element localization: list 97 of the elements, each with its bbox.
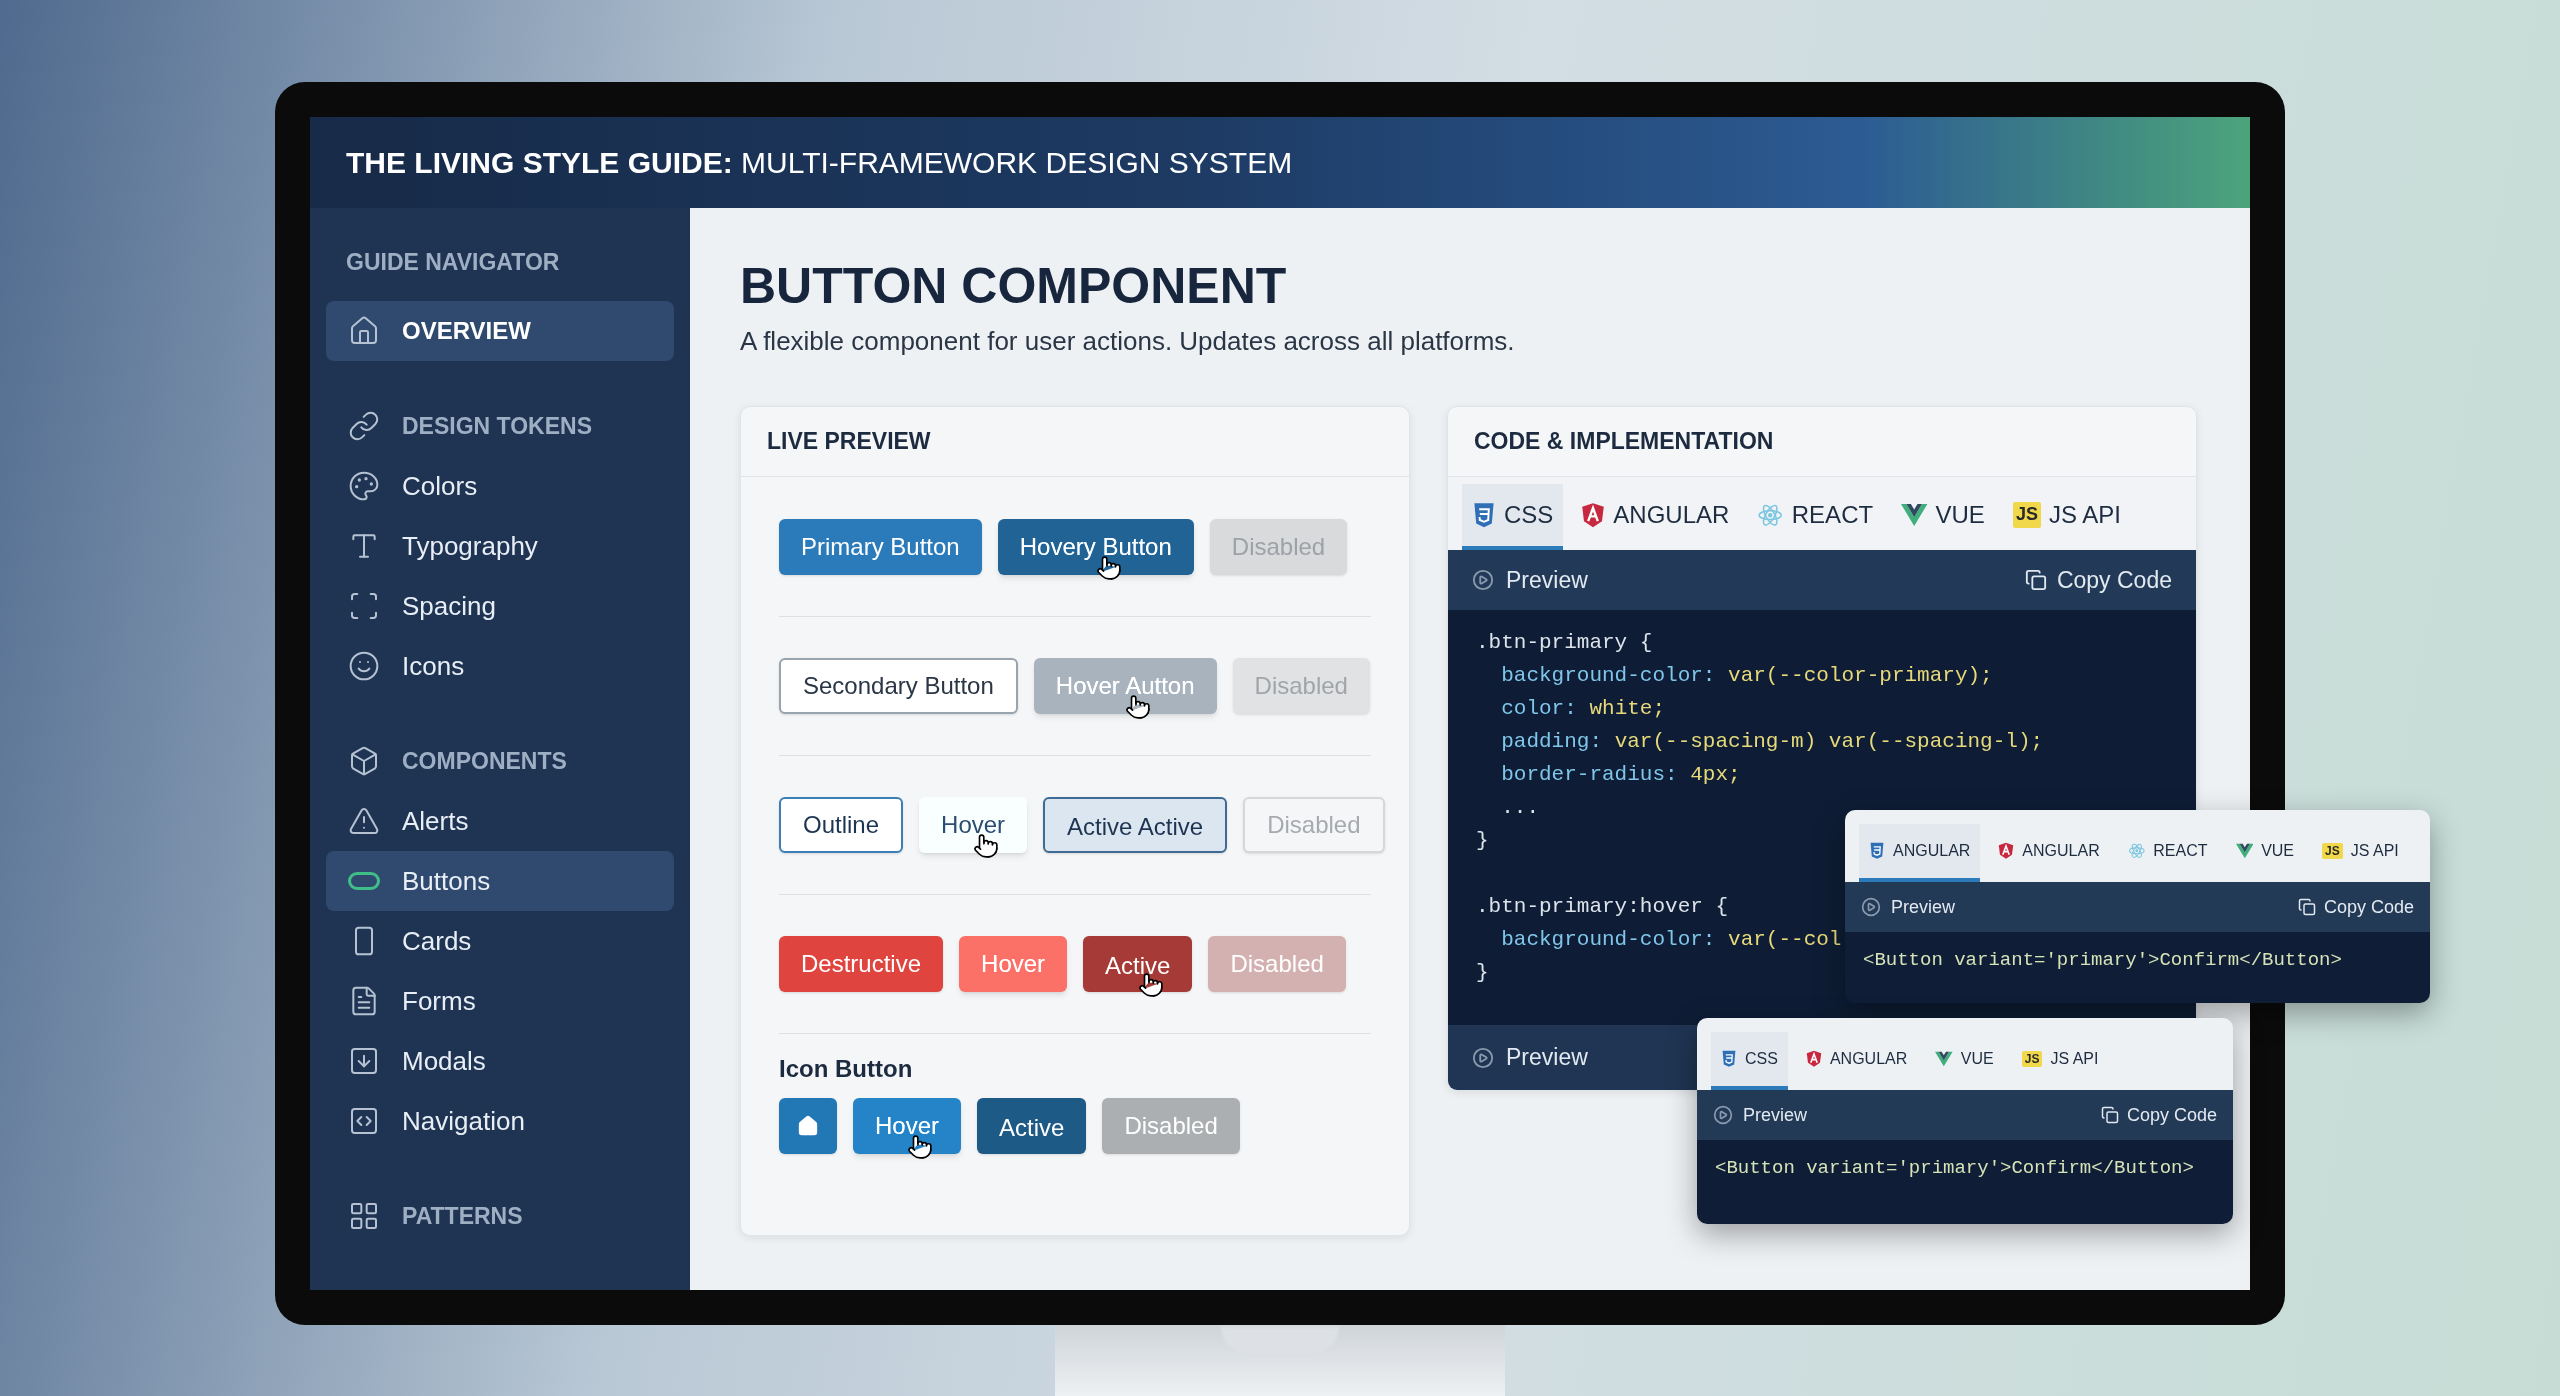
- framework-tab[interactable]: VUE: [1891, 484, 1995, 550]
- sidebar-item[interactable]: Colors: [326, 456, 674, 516]
- shield-icon: [1721, 1050, 1737, 1068]
- sidebar-item[interactable]: Icons: [326, 636, 674, 696]
- framework-tab[interactable]: CSS: [1711, 1032, 1788, 1090]
- v-shape-icon: [1901, 503, 1928, 527]
- section-heading: Icon Button: [779, 1056, 914, 1082]
- preview-label: Preview: [1506, 1043, 1588, 1073]
- sidebar-item[interactable]: Modals: [326, 1031, 674, 1091]
- app-title: THE LIVING STYLE GUIDE: MULTI-FRAMEWORK DESIGN SYSTEM: [346, 145, 1293, 181]
- code-line: border-radius: 4px;: [1500, 761, 1741, 788]
- logo-badge: JS: [2322, 842, 2343, 860]
- play-icon: [1861, 897, 1881, 917]
- copy-code-button[interactable]: Copy Code: [2297, 893, 2414, 921]
- shield-icon: [1805, 1050, 1822, 1068]
- copy-icon: [2100, 1106, 2119, 1124]
- sidebar-section[interactable]: PATTERNS: [326, 1186, 674, 1246]
- demo-button[interactable]: Destructive: [779, 936, 944, 992]
- home-icon: [797, 1115, 819, 1137]
- card-title: LIVE PREVIEW: [767, 427, 931, 457]
- framework-tab[interactable]: JS JS API: [2011, 1032, 2109, 1090]
- play-icon: [1472, 569, 1494, 591]
- v-shape-icon: [2235, 843, 2254, 859]
- download-box-icon: [348, 1045, 380, 1077]
- code-line: padding: var(--spacing-m) var(--spacing-l);: [1500, 728, 2044, 755]
- code-line: background-color: var(--col: [1500, 926, 1842, 953]
- code-line: <Button variant='primary'>Confirm</Button>: [1863, 948, 2342, 973]
- framework-tab[interactable]: VUE: [1925, 1032, 2004, 1090]
- code-line: ...: [1500, 794, 1539, 821]
- framework-tab[interactable]: ANGULAR: [1988, 824, 2110, 882]
- code-line: .btn-primary:hover {: [1476, 893, 1729, 920]
- sidebar-item[interactable]: Typography: [326, 516, 674, 576]
- framework-tab[interactable]: CSS: [1462, 484, 1564, 550]
- copy-code-button[interactable]: Copy Code: [2100, 1101, 2217, 1129]
- sidebar-item[interactable]: Cards: [326, 911, 674, 971]
- framework-tab[interactable]: REACT: [1747, 484, 1884, 550]
- code-line: }: [1476, 827, 1489, 854]
- play-icon: [1472, 1046, 1494, 1069]
- framework-tab[interactable]: VUE: [2225, 824, 2305, 882]
- sidebar-item[interactable]: Alerts: [326, 791, 674, 851]
- cube-icon: [348, 745, 380, 777]
- demo-button[interactable]: Active: [1083, 936, 1193, 992]
- copy-icon: [2024, 569, 2047, 591]
- home-button[interactable]: [779, 1098, 837, 1154]
- code-line: .btn-primary {: [1476, 629, 1653, 656]
- sidebar-item[interactable]: Buttons: [326, 851, 674, 911]
- code-box-icon: [348, 1105, 380, 1137]
- preview-label: Preview: [1506, 565, 1588, 595]
- atom-icon: [2127, 842, 2146, 860]
- code-line: }: [1476, 959, 1489, 986]
- framework-tab[interactable]: JS JS API: [2312, 824, 2409, 882]
- page-subtitle: A flexible component for user actions. Updates across all platforms.: [740, 325, 1516, 358]
- demo-button[interactable]: Outline: [779, 797, 904, 853]
- demo-button[interactable]: Secondary Button: [779, 658, 1018, 714]
- copy-icon: [2297, 898, 2316, 916]
- framework-tab[interactable]: ANGULAR: [1859, 824, 1981, 882]
- demo-button[interactable]: Active Active: [1043, 797, 1228, 853]
- v-shape-icon: [1935, 1051, 1953, 1067]
- framework-tab[interactable]: JS JS API: [2002, 484, 2131, 550]
- demo-button[interactable]: Primary Button: [779, 519, 982, 575]
- home-icon: [348, 315, 380, 347]
- page-title: BUTTON COMPONENT: [740, 257, 1288, 316]
- sidebar-item[interactable]: OVERVIEW: [326, 301, 674, 361]
- shield-icon: [1869, 842, 1885, 860]
- sidebar-section[interactable]: COMPONENTS: [326, 731, 674, 791]
- demo-button[interactable]: Hover: [919, 797, 1028, 853]
- palette-icon: [348, 470, 380, 502]
- sidebar-section[interactable]: DESIGN TOKENS: [326, 396, 674, 456]
- copy-code-button[interactable]: Copy Code: [2024, 562, 2172, 598]
- shield-icon: [1998, 842, 2015, 860]
- preview-label: Preview: [1891, 895, 1956, 919]
- shield-icon: [1472, 501, 1496, 529]
- card-title: CODE & IMPLEMENTATION: [1474, 427, 1774, 457]
- logo-badge: JS: [2012, 502, 2041, 528]
- warning-icon: [348, 805, 380, 837]
- sidebar-title: GUIDE NAVIGATOR: [345, 248, 561, 276]
- link-icon: [348, 410, 380, 442]
- demo-button[interactable]: Hovery Button: [997, 519, 1194, 575]
- framework-tab[interactable]: ANGULAR: [1571, 484, 1740, 550]
- play-icon: [1713, 1105, 1733, 1125]
- sidebar-item[interactable]: Forms: [326, 971, 674, 1031]
- demo-button[interactable]: Hover: [853, 1098, 962, 1154]
- frame-corners-icon: [348, 590, 380, 622]
- preview-label: Preview: [1743, 1103, 1808, 1127]
- code-line: color: white;: [1500, 695, 1666, 722]
- shield-icon: [1581, 501, 1606, 529]
- demo-button[interactable]: Active: [977, 1098, 1087, 1154]
- sidebar-item[interactable]: Navigation: [326, 1091, 674, 1151]
- grid-icon: [348, 1200, 380, 1232]
- framework-tab[interactable]: REACT: [2117, 824, 2218, 882]
- pill-icon: [348, 872, 380, 890]
- smiley-icon: [348, 650, 380, 682]
- framework-tab[interactable]: ANGULAR: [1795, 1032, 1918, 1090]
- logo-badge: JS: [2021, 1050, 2043, 1068]
- code-line: background-color: var(--color-primary);: [1500, 662, 1993, 689]
- code-line: <Button variant='primary'>Confirm</Button>: [1715, 1156, 2194, 1181]
- sidebar-item[interactable]: Spacing: [326, 576, 674, 636]
